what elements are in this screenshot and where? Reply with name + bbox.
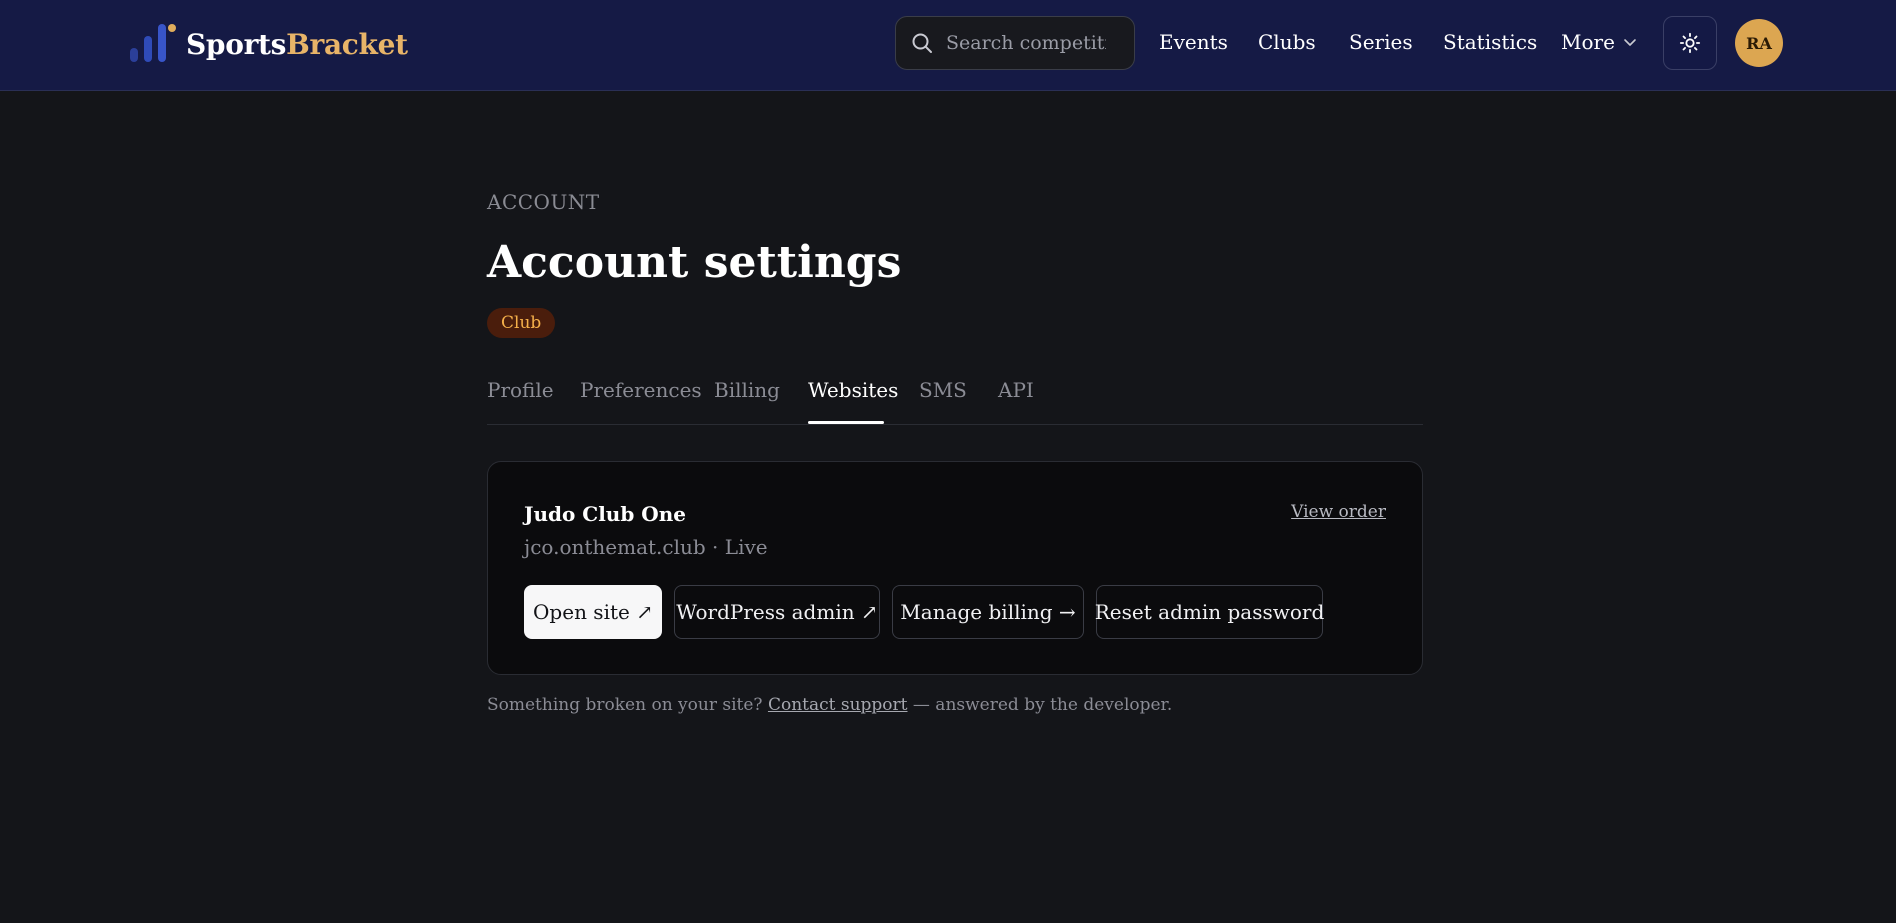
nav-clubs[interactable]: Clubs (1258, 30, 1316, 54)
tab-websites[interactable]: Websites (808, 378, 898, 402)
support-note-prefix: Something broken on your site? (487, 695, 768, 715)
reset-admin-password-button[interactable]: Reset admin password (1095, 585, 1324, 639)
brand-logo[interactable]: SportsBracket (128, 22, 408, 66)
nav-more-label: More (1561, 30, 1615, 54)
tab-billing[interactable]: Billing (714, 378, 780, 402)
page-eyebrow: ACCOUNT (487, 190, 600, 214)
brand-name-part1: Sports (186, 27, 287, 61)
active-tab-indicator (808, 421, 884, 424)
search-box[interactable] (895, 16, 1135, 70)
manage-billing-button[interactable]: Manage billing → (892, 585, 1084, 639)
theme-toggle-button[interactable] (1663, 16, 1717, 70)
tab-sms[interactable]: SMS (919, 378, 967, 402)
settings-tabs: Profile Preferences Billing Websites SMS… (487, 370, 1423, 425)
nav-events[interactable]: Events (1159, 30, 1228, 54)
bar-chart-logo-icon (128, 22, 178, 66)
nav-series[interactable]: Series (1349, 30, 1413, 54)
tab-preferences[interactable]: Preferences (580, 378, 702, 402)
page-title: Account settings (487, 237, 902, 288)
chevron-down-icon (1624, 39, 1636, 46)
sun-icon (1679, 32, 1701, 54)
website-card: Judo Club One jco.onthemat.club · Live V… (487, 461, 1423, 675)
site-domain: jco.onthemat.club (524, 535, 706, 559)
view-order-link[interactable]: View order (1291, 502, 1386, 522)
site-name: Judo Club One (524, 502, 686, 526)
open-site-button[interactable]: Open site ↗ (524, 585, 662, 639)
site-meta-separator: · (705, 535, 725, 559)
nav-statistics[interactable]: Statistics (1443, 30, 1537, 54)
search-icon (912, 33, 932, 53)
brand-name-part2: Bracket (286, 27, 408, 61)
nav-more[interactable]: More (1561, 30, 1637, 54)
tab-profile[interactable]: Profile (487, 378, 554, 402)
wordpress-admin-button[interactable]: WordPress admin ↗ (674, 585, 880, 639)
contact-support-link[interactable]: Contact support (768, 695, 908, 715)
tab-api[interactable]: API (998, 378, 1034, 402)
search-input[interactable] (946, 32, 1106, 54)
site-status: Live (724, 535, 768, 559)
support-note-suffix: — answered by the developer. (907, 695, 1173, 715)
top-navigation-bar: SportsBracket Events Clubs Series Statis… (0, 0, 1896, 91)
account-type-badge: Club (487, 308, 556, 338)
support-note: Something broken on your site? Contact s… (487, 695, 1172, 715)
site-meta: jco.onthemat.club · Live (524, 535, 768, 559)
user-avatar[interactable]: RA (1735, 19, 1783, 67)
brand-name: SportsBracket (186, 28, 408, 61)
